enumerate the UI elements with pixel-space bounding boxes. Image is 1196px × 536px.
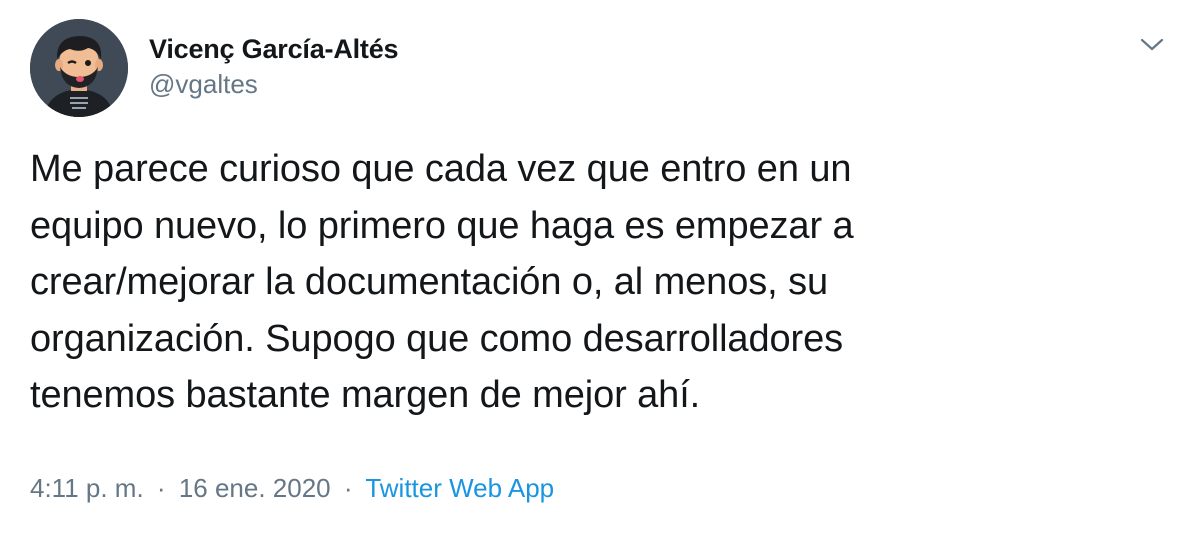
meta-separator: · bbox=[343, 473, 353, 503]
author-handle[interactable]: @vgaltes bbox=[149, 67, 398, 101]
tweet-text-line: tenemos bastante margen de mejor ahí. bbox=[30, 374, 701, 416]
chevron-down-icon[interactable] bbox=[1138, 34, 1166, 56]
tweet-time[interactable]: 4:11 p. m. bbox=[30, 473, 144, 503]
author-display-name[interactable]: Vicenç García-Altés bbox=[149, 31, 399, 67]
tweet-text: Me parece curioso que cada vez que entro… bbox=[30, 141, 1160, 424]
tweet-card: Vicenç García-Altés @vgaltes Me parece c… bbox=[0, 0, 1196, 536]
tweet-source-link[interactable]: Twitter Web App bbox=[365, 473, 554, 503]
avatar-illustration bbox=[30, 19, 128, 117]
tweet-text-line: organización. Supogo que como desarrolla… bbox=[30, 317, 844, 360]
author-names: Vicenç García-Altés @vgaltes bbox=[149, 31, 399, 101]
tweet-date[interactable]: 16 ene. 2020 bbox=[179, 473, 331, 503]
meta-separator: · bbox=[156, 473, 166, 503]
tweet-text-line: Me parece curioso que cada vez que entro… bbox=[30, 148, 852, 190]
tweet-text-line: equipo nuevo, lo primero que haga es emp… bbox=[30, 204, 854, 247]
tweet-text-line: crear/mejorar la documentación o, al men… bbox=[30, 261, 829, 303]
avatar[interactable] bbox=[30, 19, 128, 117]
tweet-meta: 4:11 p. m. · 16 ene. 2020 · Twitter Web … bbox=[30, 470, 554, 506]
